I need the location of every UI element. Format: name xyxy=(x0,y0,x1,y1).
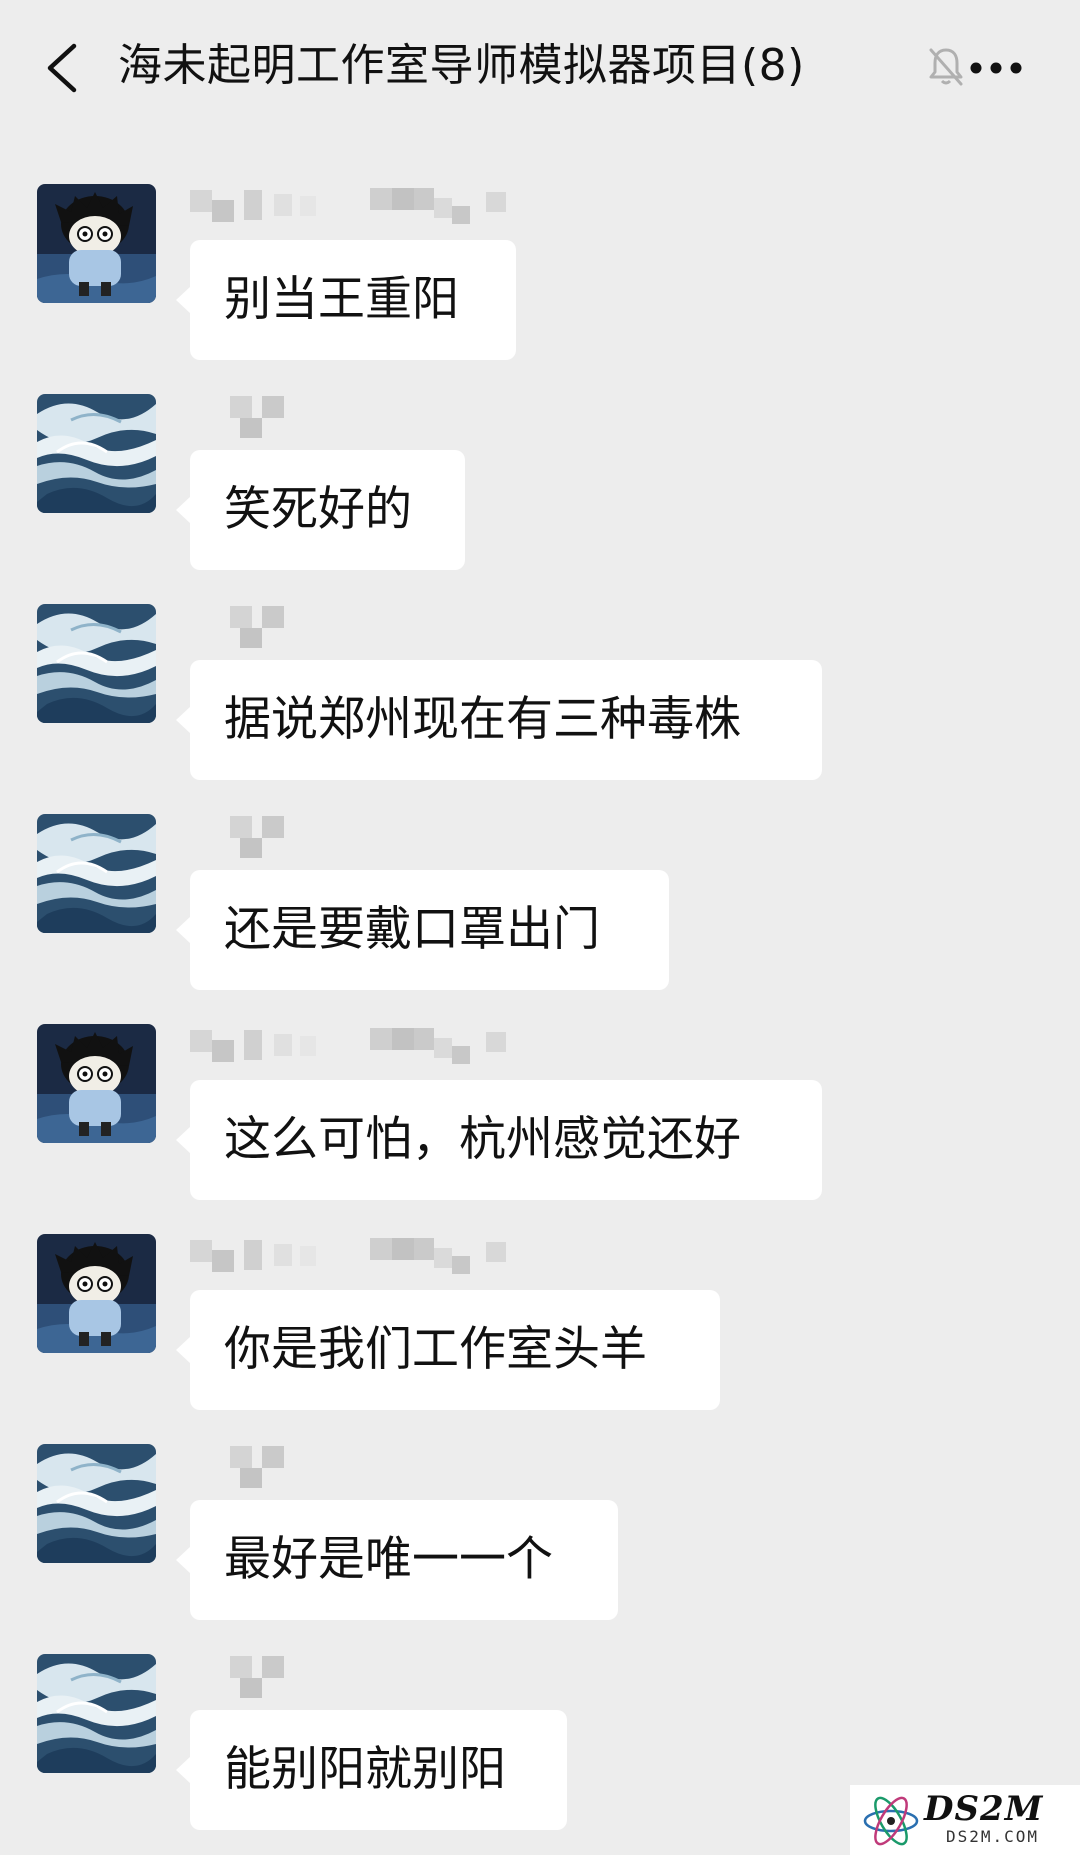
chevron-left-icon[interactable] xyxy=(42,40,82,96)
watermark-url: DS2M.COM xyxy=(946,1827,1040,1846)
message-bubble[interactable]: 最好是唯一一个 xyxy=(176,1500,618,1620)
message-text: 最好是唯一一个 xyxy=(224,1532,553,1587)
sender-name-blurred xyxy=(190,1656,550,1700)
message-bubble[interactable]: 还是要戴口罩出门 xyxy=(176,870,669,990)
sender-name-blurred xyxy=(190,1236,550,1280)
message-text: 你是我们工作室头羊 xyxy=(224,1322,647,1377)
message-text: 能别阳就别阳 xyxy=(224,1742,506,1797)
sender-name-blurred xyxy=(190,396,550,440)
bell-off-icon xyxy=(929,48,963,86)
avatar[interactable] xyxy=(37,1234,156,1353)
avatar[interactable] xyxy=(37,184,156,303)
chat-header: 海未起明工作室导师模拟器项目(8) xyxy=(0,0,1080,130)
message-bubble[interactable]: 据说郑州现在有三种毒株 xyxy=(176,660,822,780)
message-text: 别当王重阳 xyxy=(224,272,459,327)
atom-logo-icon xyxy=(863,1796,919,1846)
message-bubble[interactable]: 你是我们工作室头羊 xyxy=(176,1290,720,1410)
message-text: 据说郑州现在有三种毒株 xyxy=(224,692,741,747)
avatar[interactable] xyxy=(37,604,156,723)
sender-name-blurred xyxy=(190,606,550,650)
sender-name-blurred xyxy=(190,1026,550,1070)
avatar[interactable] xyxy=(37,1024,156,1143)
message-bubble[interactable]: 能别阳就别阳 xyxy=(176,1710,567,1830)
avatar[interactable] xyxy=(37,394,156,513)
more-dots-icon[interactable] xyxy=(968,60,1024,76)
message-bubble[interactable]: 这么可怕，杭州感觉还好 xyxy=(176,1080,822,1200)
avatar[interactable] xyxy=(37,814,156,933)
watermark-brand: DS2M xyxy=(924,1789,1044,1829)
avatar[interactable] xyxy=(37,1654,156,1773)
message-text: 笑死好的 xyxy=(224,482,412,537)
sender-name-blurred xyxy=(190,816,550,860)
avatar[interactable] xyxy=(37,1444,156,1563)
message-text: 这么可怕，杭州感觉还好 xyxy=(224,1112,741,1167)
chat-title: 海未起明工作室导师模拟器项目(8) xyxy=(118,40,805,91)
message-text: 还是要戴口罩出门 xyxy=(224,902,600,957)
message-bubble[interactable]: 笑死好的 xyxy=(176,450,465,570)
sender-name-blurred xyxy=(190,1446,550,1490)
watermark: DS2M DS2M.COM xyxy=(850,1785,1080,1855)
message-bubble[interactable]: 别当王重阳 xyxy=(176,240,516,360)
sender-name-blurred xyxy=(190,186,550,230)
